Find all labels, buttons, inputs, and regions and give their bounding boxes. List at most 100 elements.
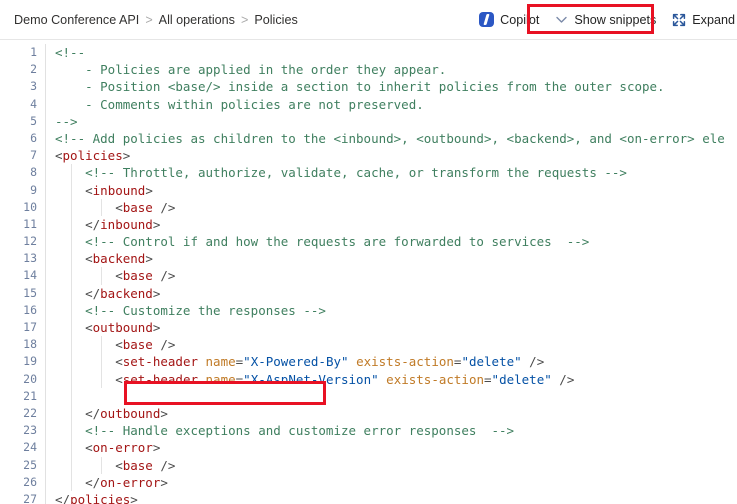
code-line-content[interactable]: - Comments within policies are not prese… xyxy=(45,95,737,113)
code-line[interactable]: 14 <base /> xyxy=(0,267,737,285)
code-line[interactable]: 3 - Position <base/> inside a section to… xyxy=(0,78,737,96)
expand-button[interactable]: Expand xyxy=(664,6,737,34)
line-number: 1 xyxy=(30,45,37,59)
policy-code-editor[interactable]: 1 <!-- 2 - Policies are applied in the ord… xyxy=(0,39,737,504)
code-line-content[interactable]: - Policies are applied in the order they… xyxy=(45,61,737,79)
code-line[interactable]: 25 <base /> xyxy=(0,456,737,474)
code-line[interactable]: 9 <inbound> xyxy=(0,181,737,199)
expand-arrows-icon xyxy=(673,13,686,26)
line-number: 3 xyxy=(30,79,37,94)
indent-guide xyxy=(71,301,72,319)
code-token-pun: /> xyxy=(152,337,176,353)
code-line[interactable]: 17 <outbound> xyxy=(0,319,737,337)
code-token-tag: inbound xyxy=(92,182,146,198)
code-line[interactable]: 8 <!-- Throttle, authorize, validate, ca… xyxy=(0,164,737,182)
breadcrumb-item-all-operations[interactable]: All operations xyxy=(159,13,235,27)
code-line-content[interactable] xyxy=(45,387,737,405)
code-line-content[interactable]: <on-error> xyxy=(45,439,737,457)
code-line[interactable]: 19 <set-header name="X-Powered-By" exist… xyxy=(0,353,737,371)
code-token-com: <!-- Handle exceptions and customize err… xyxy=(55,423,515,439)
code-line-content[interactable]: </inbound> xyxy=(45,215,737,234)
code-line-content[interactable]: <base /> xyxy=(45,456,737,474)
gutter-gap xyxy=(37,353,45,370)
code-line-content[interactable]: <backend> xyxy=(45,250,737,268)
code-token-att: exists-action xyxy=(386,371,485,387)
code-line[interactable]: 13 <backend> xyxy=(0,250,737,268)
code-line[interactable]: 26 </on-error> xyxy=(0,473,737,491)
code-line[interactable]: 5 --> xyxy=(0,112,737,130)
code-token-pun: = xyxy=(484,371,492,387)
indent-guide xyxy=(101,370,102,388)
code-token-pun: < xyxy=(55,148,63,164)
code-line[interactable]: 7 <policies> xyxy=(0,147,737,165)
code-line-content[interactable]: <outbound> xyxy=(45,319,737,337)
code-line-content[interactable]: <set-header name = "X-AspNet-Version" exis… xyxy=(45,370,737,388)
gutter-gap xyxy=(37,61,45,78)
code-line[interactable]: 18 <base /> xyxy=(0,336,737,354)
code-line[interactable]: 16 <!-- Customize the responses --> xyxy=(0,301,737,319)
code-token-tag: outbound xyxy=(100,405,161,421)
code-line[interactable]: 22 </outbound> xyxy=(0,404,737,423)
gutter-gap xyxy=(37,199,45,216)
code-line-content[interactable]: - Position <base/> inside a section to i… xyxy=(45,78,737,96)
code-line[interactable]: 6 <!-- Add policies as children to the <i… xyxy=(0,129,737,148)
code-line-content[interactable]: --> xyxy=(45,112,737,130)
code-token-att: name xyxy=(205,371,236,387)
code-line[interactable]: 11 </inbound> xyxy=(0,215,737,234)
breadcrumb-item-policies[interactable]: Policies xyxy=(254,13,297,27)
copilot-button-label: Copilot xyxy=(500,12,540,27)
code-line[interactable]: 21 xyxy=(0,387,737,405)
code-line[interactable]: 20 <set-header name = "X-AspNet-Version" e… xyxy=(0,370,737,388)
code-line[interactable]: 10 <base /> xyxy=(0,198,737,216)
indent-guide xyxy=(71,336,72,354)
code-line-content[interactable]: <base /> xyxy=(45,198,737,216)
code-line-content[interactable]: <inbound> xyxy=(45,181,737,199)
code-line-content[interactable]: <!-- Customize the responses --> xyxy=(45,301,737,319)
code-lines[interactable]: 1 <!-- 2 - Policies are applied in the ord… xyxy=(0,40,737,504)
code-line[interactable]: 15 </backend> xyxy=(0,284,737,302)
indent-guide xyxy=(71,404,72,423)
breadcrumb-item-api[interactable]: Demo Conference API xyxy=(14,13,139,27)
line-number: 13 xyxy=(23,251,37,266)
code-line[interactable]: 2 - Policies are applied in the order th… xyxy=(0,61,737,79)
code-token-pun: </ xyxy=(55,216,101,232)
toolbar: Demo Conference API > All operations > P… xyxy=(0,0,737,39)
code-line-content[interactable]: </on-error> xyxy=(45,473,737,491)
code-token-pun: </ xyxy=(55,474,101,490)
gutter-gap xyxy=(37,267,45,284)
code-line-content[interactable]: <set-header name="X-Powered-By" exists-a… xyxy=(45,353,737,371)
code-line-content[interactable]: <!-- Control if and how the requests are… xyxy=(45,233,737,251)
show-snippets-button[interactable]: Show snippets xyxy=(547,6,664,34)
indent-guide xyxy=(101,198,102,216)
gutter-gap xyxy=(37,457,45,474)
code-line[interactable]: 27 </policies> xyxy=(0,490,737,504)
code-line-content[interactable]: </backend> xyxy=(45,284,737,302)
code-line-content[interactable]: <!-- Handle exceptions and customize err… xyxy=(45,422,737,440)
line-number: 27 xyxy=(23,491,37,504)
code-line-content[interactable]: <!-- xyxy=(45,44,737,62)
code-line[interactable]: 4 - Comments within policies are not pre… xyxy=(0,95,737,113)
line-number: 9 xyxy=(30,182,37,197)
code-line[interactable]: 1 <!-- xyxy=(0,44,737,62)
code-token-pun: < xyxy=(55,457,123,473)
code-line[interactable]: 24 <on-error> xyxy=(0,439,737,457)
code-line-content[interactable]: <!-- Throttle, authorize, validate, cach… xyxy=(45,164,737,182)
code-line-content[interactable]: <policies> xyxy=(45,147,737,165)
code-line-content[interactable]: <base /> xyxy=(45,336,737,354)
line-number: 24 xyxy=(23,440,37,455)
gutter-gap xyxy=(37,147,45,164)
code-token-pun: > xyxy=(152,440,161,456)
line-number: 6 xyxy=(30,130,37,145)
code-token-val: "delete" xyxy=(461,354,522,370)
gutter-gap xyxy=(37,302,45,319)
code-line-content[interactable]: </outbound> xyxy=(45,404,737,423)
code-line-content[interactable]: <!-- Add policies as children to the <in… xyxy=(45,129,737,148)
indent-guide xyxy=(101,336,102,354)
code-line-content[interactable]: <base /> xyxy=(45,267,737,285)
copilot-button[interactable]: Copilot xyxy=(471,6,547,34)
code-token-com: --> xyxy=(55,113,78,129)
code-line[interactable]: 23 <!-- Handle exceptions and customize … xyxy=(0,422,737,440)
code-token-pun: </ xyxy=(55,405,101,421)
code-line[interactable]: 12 <!-- Control if and how the requests … xyxy=(0,233,737,251)
code-line-content[interactable]: </policies> xyxy=(45,490,737,504)
